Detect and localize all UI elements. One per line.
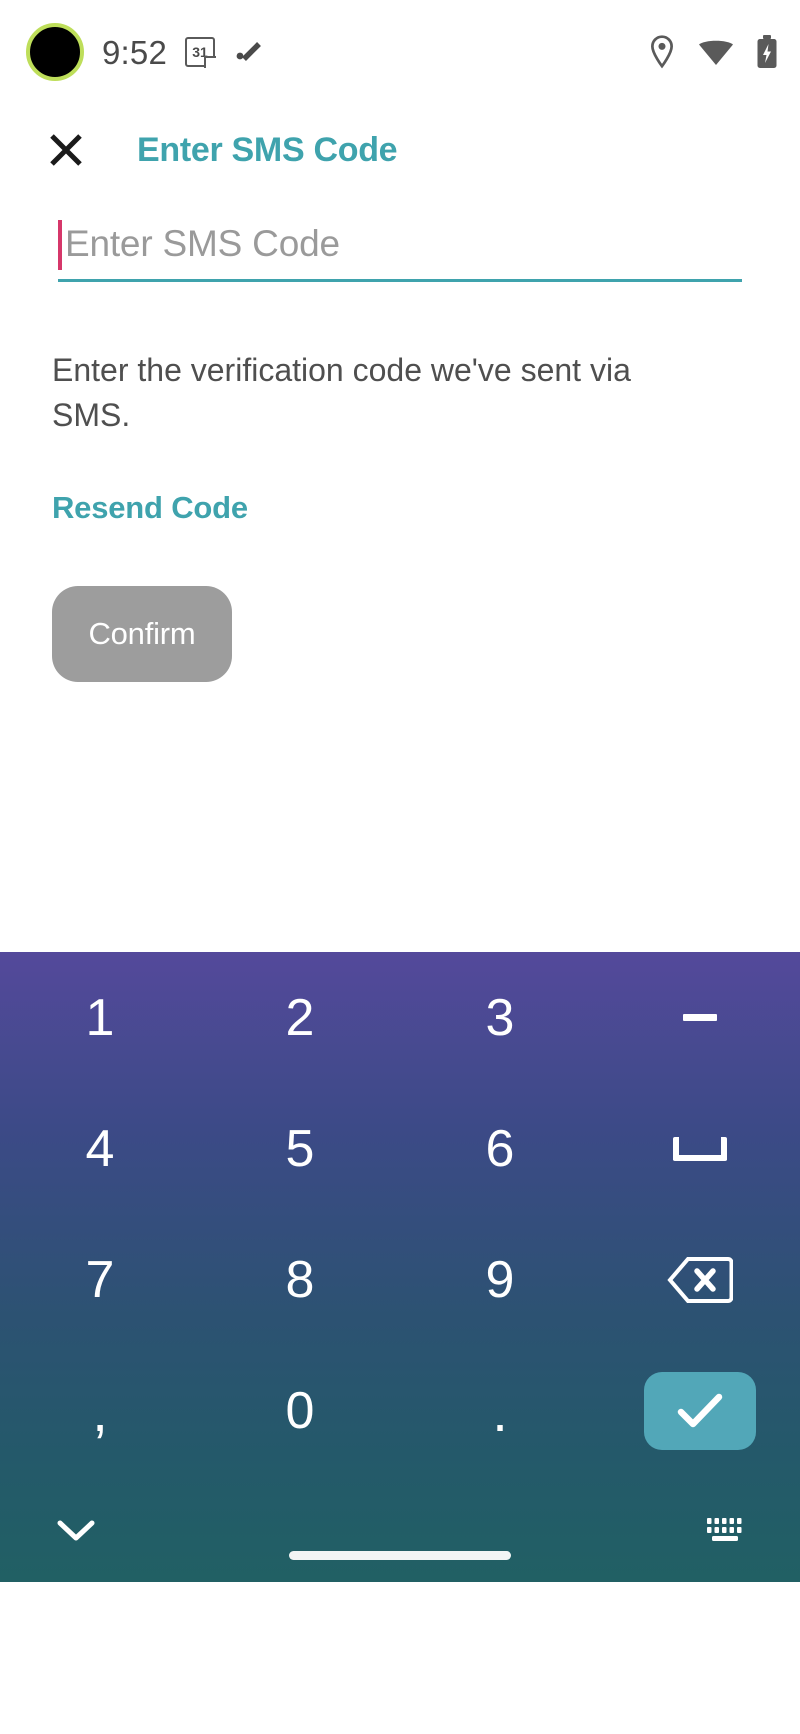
space-bar-icon xyxy=(673,1136,727,1161)
key-3[interactable]: 3 xyxy=(400,952,600,1083)
location-pin-icon xyxy=(651,35,673,69)
key-2[interactable]: 2 xyxy=(200,952,400,1083)
close-icon xyxy=(50,134,82,166)
home-indicator xyxy=(289,1551,511,1560)
key-0[interactable]: 0 xyxy=(200,1346,400,1477)
status-bar-left: 9:52 31 xyxy=(26,23,265,81)
key-space[interactable] xyxy=(600,1083,800,1214)
key-4[interactable]: 4 xyxy=(0,1083,200,1214)
key-dash[interactable] xyxy=(600,952,800,1083)
phone-screen: 9:52 31 Enter SMS Code Enter SMS Code En… xyxy=(0,0,800,1734)
enter-key-surface xyxy=(644,1372,756,1451)
text-caret xyxy=(58,220,62,270)
sms-code-input[interactable]: Enter SMS Code xyxy=(58,210,742,282)
dash-icon xyxy=(683,1014,717,1022)
page-title: Enter SMS Code xyxy=(137,130,398,169)
wifi-icon xyxy=(699,40,733,65)
calendar-day-label: 31 xyxy=(192,44,208,60)
camera-cutout-icon xyxy=(26,23,84,81)
form-area: Enter SMS Code Enter the verification co… xyxy=(0,196,800,682)
numeric-keyboard: 1 2 3 4 5 6 7 8 9 , 0 . xyxy=(0,952,800,1582)
status-bar-clock: 9:52 xyxy=(102,33,168,71)
status-bar-right xyxy=(648,35,778,69)
keyboard-switch-icon xyxy=(707,1517,742,1541)
confirm-button[interactable]: Confirm xyxy=(52,586,232,682)
chevron-down-icon xyxy=(57,1520,95,1540)
app-header: Enter SMS Code xyxy=(0,104,800,196)
key-1[interactable]: 1 xyxy=(0,952,200,1083)
switch-keyboard-button[interactable] xyxy=(705,1515,745,1545)
hide-keyboard-button[interactable] xyxy=(55,1517,97,1543)
status-bar: 9:52 31 xyxy=(0,0,800,104)
resend-code-link[interactable]: Resend Code xyxy=(52,490,248,526)
key-8[interactable]: 8 xyxy=(200,1215,400,1346)
check-icon xyxy=(677,1394,723,1428)
verification-description: Enter the verification code we've sent v… xyxy=(52,352,631,433)
close-button[interactable] xyxy=(42,126,90,174)
check-slash-icon xyxy=(236,42,261,61)
key-5[interactable]: 5 xyxy=(200,1083,400,1214)
key-enter[interactable] xyxy=(600,1346,800,1477)
keyboard-keys-grid: 1 2 3 4 5 6 7 8 9 , 0 . xyxy=(0,952,800,1477)
key-9[interactable]: 9 xyxy=(400,1215,600,1346)
keyboard-bottom-bar xyxy=(0,1477,800,1582)
sms-code-placeholder: Enter SMS Code xyxy=(65,223,340,264)
calendar-icon: 31 xyxy=(185,37,216,67)
key-6[interactable]: 6 xyxy=(400,1083,600,1214)
battery-charging-icon xyxy=(757,35,777,68)
key-7[interactable]: 7 xyxy=(0,1215,200,1346)
key-comma[interactable]: , xyxy=(0,1346,200,1477)
key-period[interactable]: . xyxy=(400,1346,600,1477)
key-backspace[interactable] xyxy=(600,1215,800,1346)
backspace-icon xyxy=(667,1257,733,1304)
input-underline xyxy=(58,279,742,282)
